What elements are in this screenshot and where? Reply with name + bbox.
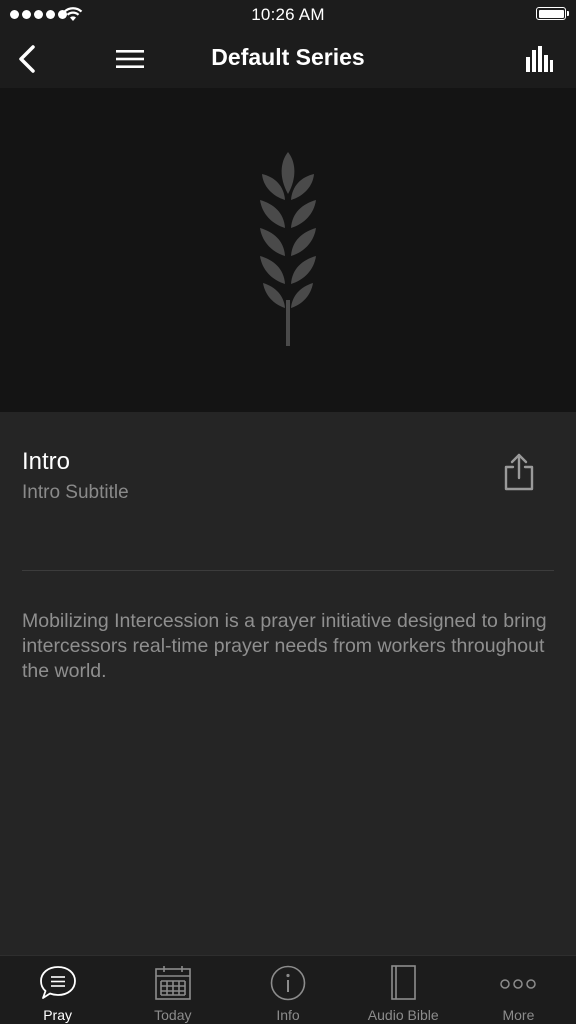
info-icon [270,965,306,1001]
tab-label: Info [276,1007,300,1023]
book-icon [391,965,417,1000]
battery-icon [536,7,569,20]
tab-pray[interactable]: Pray [0,956,115,1024]
status-time: 10:26 AM [251,5,325,24]
content-area: Intro Intro Subtitle Mobilizing Interces… [0,412,576,955]
page-title: Default Series [211,44,365,70]
tab-today[interactable]: Today [115,956,230,1024]
status-bar: 10:26 AM [0,0,576,30]
tab-label: Pray [43,1007,72,1023]
navigation-bar: Default Series [0,30,576,88]
bar-chart-icon[interactable] [524,44,554,74]
tab-label: Audio Bible [367,1007,439,1023]
tab-bar: Pray Today Info Audio Bible More [0,955,576,1024]
item-title: Intro [22,448,71,475]
wheat-icon [260,152,316,346]
divider [22,570,554,571]
tab-more[interactable]: More [461,956,576,1024]
more-dots-icon [500,979,537,989]
tab-audio-bible[interactable]: Audio Bible [346,956,461,1024]
share-icon[interactable] [500,452,538,494]
hero-banner [0,88,576,412]
item-subtitle: Intro Subtitle [22,482,129,503]
item-description: Mobilizing Intercession is a prayer init… [22,610,547,682]
tab-label: More [502,1007,535,1023]
calendar-icon [154,966,191,1000]
speech-bubble-icon [39,966,76,999]
tab-info[interactable]: Info [230,956,345,1024]
tab-label: Today [154,1007,192,1023]
